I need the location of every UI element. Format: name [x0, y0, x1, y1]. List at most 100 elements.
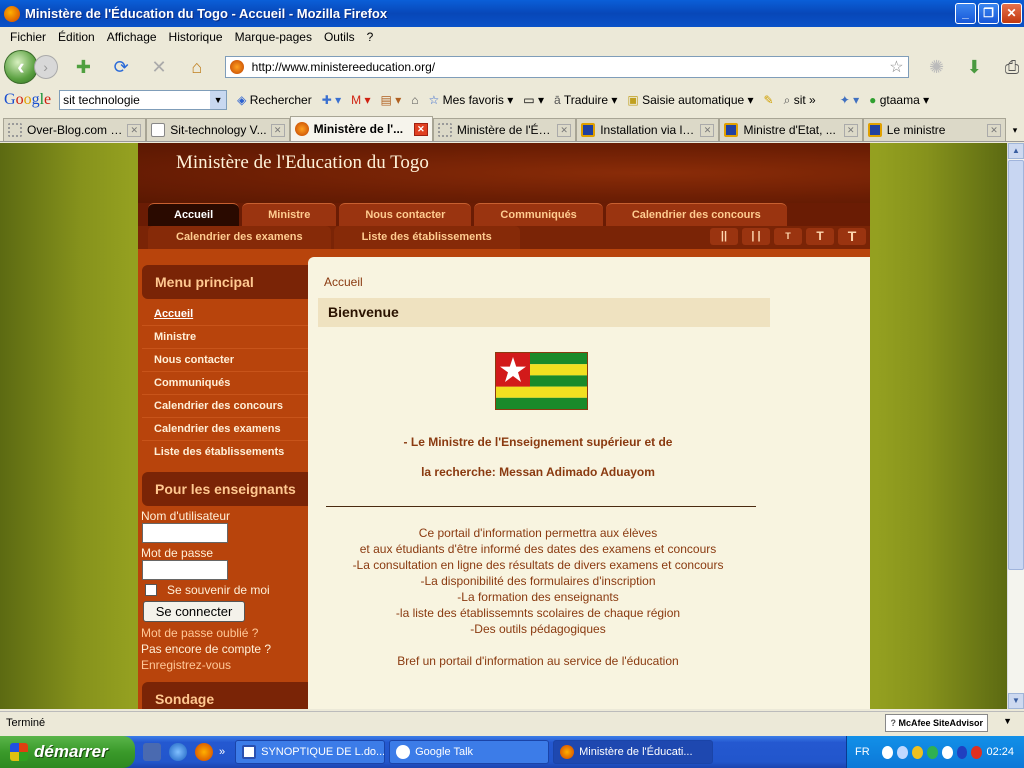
tab-installation[interactable]: Installation via le... ✕ — [576, 118, 720, 141]
security-icon[interactable] — [911, 745, 923, 759]
autofill-button[interactable]: ▣ Saisie automatique ▾ — [627, 93, 753, 107]
new-tab-icon[interactable]: ✚ — [72, 55, 96, 79]
sidebar-item-calendrier-concours[interactable]: Calendrier des concours — [142, 395, 308, 418]
gmail-icon[interactable]: M ▾ — [351, 93, 370, 107]
scroll-down-arrow-icon[interactable]: ▼ — [1008, 693, 1024, 709]
scroll-thumb[interactable] — [1008, 160, 1024, 570]
width-wide-button[interactable]: | | — [742, 228, 770, 245]
sidebar-item-calendrier-examens[interactable]: Calendrier des examens — [142, 418, 308, 441]
talk-tray-icon[interactable] — [926, 745, 938, 759]
menu-affichage[interactable]: Affichage — [101, 30, 163, 44]
close-button[interactable]: ✕ — [1001, 3, 1022, 24]
google-search-button[interactable]: ◈ Rechercher — [237, 93, 312, 107]
menu-edition[interactable]: Édition — [52, 30, 101, 44]
tray-back-icon[interactable] — [881, 745, 893, 759]
chevron-down-icon[interactable]: ▼ — [210, 91, 227, 109]
close-tab-icon[interactable]: ✕ — [413, 122, 428, 136]
print-icon[interactable]: ⎙ — [1000, 55, 1024, 79]
register-link[interactable]: Enregistrez-vous — [139, 658, 308, 672]
sidebar-item-communiques[interactable]: Communiqués — [142, 372, 308, 395]
menu-outils[interactable]: Outils — [318, 30, 361, 44]
google-logo[interactable]: Google — [4, 91, 51, 109]
breadcrumb[interactable]: Accueil — [324, 275, 870, 289]
mcafee-icon[interactable] — [971, 745, 983, 759]
menu-historique[interactable]: Historique — [163, 30, 229, 44]
menu-help[interactable]: ? — [361, 30, 380, 44]
sidebar-item-ministre[interactable]: Ministre — [142, 326, 308, 349]
taskbar-firefox[interactable]: Ministère de l'Éducati... — [553, 740, 714, 764]
url-text[interactable]: http://www.ministereeducation.org/ — [252, 60, 890, 74]
ie-icon[interactable] — [169, 743, 187, 761]
network-icon[interactable] — [896, 745, 908, 759]
chevron-down-icon[interactable]: ▼ — [1003, 716, 1012, 726]
bookmarks-button[interactable]: ☆ Mes favoris ▾ — [428, 93, 513, 107]
show-desktop-icon[interactable] — [143, 743, 161, 761]
stop-icon[interactable]: ✕ — [147, 55, 171, 79]
close-tab-icon[interactable]: ✕ — [557, 123, 572, 137]
tab-over-blog[interactable]: Over-Blog.com / ... ✕ — [3, 118, 147, 141]
sidebar-item-liste-etablissements[interactable]: Liste des établissements — [142, 441, 308, 464]
nav-accueil[interactable]: Accueil — [148, 203, 240, 226]
nav-communiques[interactable]: Communiqués — [474, 203, 603, 226]
google-search-input[interactable]: sit technologie ▼ — [59, 90, 228, 110]
font-small-button[interactable]: T — [774, 228, 802, 245]
tab-ministre-etat[interactable]: Ministre d'Etat, ... ✕ — [719, 118, 863, 141]
font-medium-button[interactable]: T — [806, 228, 834, 245]
plus-icon[interactable]: ✚ ▾ — [322, 93, 341, 107]
address-bar[interactable]: http://www.ministereeducation.org/ ☆ — [224, 56, 909, 78]
forgot-password-link[interactable]: Mot de passe oublié ? — [139, 626, 308, 640]
close-tab-icon[interactable]: ✕ — [700, 123, 715, 137]
tab-ministere-education[interactable]: Ministère de l'... ✕ — [289, 116, 433, 141]
font-large-button[interactable]: T — [838, 228, 866, 245]
highlight-icon[interactable]: ✎ — [764, 93, 774, 107]
sidebar-item-accueil[interactable]: Accueil — [142, 303, 308, 326]
no-account-link[interactable]: Pas encore de compte ? — [139, 642, 308, 656]
find-button[interactable]: ⌕ sit » — [784, 93, 816, 108]
popup-icon[interactable]: ▭ ▾ — [523, 93, 544, 107]
institution-icon[interactable]: ⌂ — [411, 93, 418, 107]
nav-nous-contacter[interactable]: Nous contacter — [339, 203, 472, 226]
bookmark-star-icon[interactable]: ☆ — [889, 57, 903, 77]
menu-marque-pages[interactable]: Marque-pages — [229, 30, 318, 44]
close-tab-icon[interactable]: ✕ — [987, 123, 1002, 137]
bluetooth-icon[interactable] — [956, 745, 968, 759]
home-icon[interactable]: ⌂ — [185, 55, 209, 79]
password-field[interactable] — [142, 560, 228, 580]
download-icon[interactable]: ⬇ — [962, 55, 986, 79]
menu-fichier[interactable]: Fichier — [4, 30, 52, 44]
nav-calendrier-concours[interactable]: Calendrier des concours — [605, 203, 787, 226]
news-icon[interactable]: ▤ ▾ — [381, 93, 402, 107]
account-button[interactable]: ● gtaama ▾ — [869, 93, 929, 107]
taskbar-google-talk[interactable]: Google Talk — [389, 740, 550, 764]
taskbar-word-doc[interactable]: SYNOPTIQUE DE L.do... — [235, 740, 386, 764]
reload-icon[interactable]: ⟳ — [109, 55, 133, 79]
firefox-icon[interactable] — [195, 743, 213, 761]
close-tab-icon[interactable]: ✕ — [843, 123, 858, 137]
username-field[interactable] — [142, 523, 228, 543]
language-indicator[interactable]: FR — [855, 746, 870, 758]
tab-ministere-economie[interactable]: Ministère de l'Éco... ✕ — [432, 118, 577, 141]
tab-list-chevron-icon[interactable]: ▾ — [1006, 119, 1024, 141]
close-tab-icon[interactable]: ✕ — [127, 123, 142, 137]
siteadvisor-badge[interactable]: ? McAfee SiteAdvisor — [885, 714, 988, 732]
forward-button[interactable]: › — [33, 55, 58, 79]
quicklaunch-chevron-icon[interactable]: » — [219, 746, 225, 758]
nav-calendrier-examens[interactable]: Calendrier des examens — [148, 226, 331, 249]
login-button[interactable]: Se connecter — [143, 601, 245, 622]
maximize-button[interactable]: ❐ — [978, 3, 999, 24]
vertical-scrollbar[interactable]: ▲ ▼ — [1007, 143, 1024, 709]
tab-le-ministre[interactable]: Le ministre ✕ — [862, 118, 1007, 141]
width-narrow-button[interactable]: || — [710, 228, 738, 245]
scroll-up-arrow-icon[interactable]: ▲ — [1008, 143, 1024, 159]
start-button[interactable]: démarrer — [0, 736, 135, 768]
minimize-button[interactable]: _ — [955, 3, 976, 24]
nav-ministre[interactable]: Ministre — [242, 203, 337, 226]
back-button[interactable]: ‹ — [4, 50, 38, 84]
remember-me-checkbox[interactable] — [145, 584, 157, 596]
nav-liste-etablissements[interactable]: Liste des établissements — [333, 226, 520, 249]
wrench-icon[interactable]: ✦ ▾ — [840, 93, 859, 107]
sidebar-item-nous-contacter[interactable]: Nous contacter — [142, 349, 308, 372]
translate-button[interactable]: ā Traduire ▾ — [554, 93, 617, 107]
messenger-icon[interactable] — [941, 745, 953, 759]
tab-sit-technology[interactable]: Sit-technology V... ✕ — [146, 118, 290, 141]
